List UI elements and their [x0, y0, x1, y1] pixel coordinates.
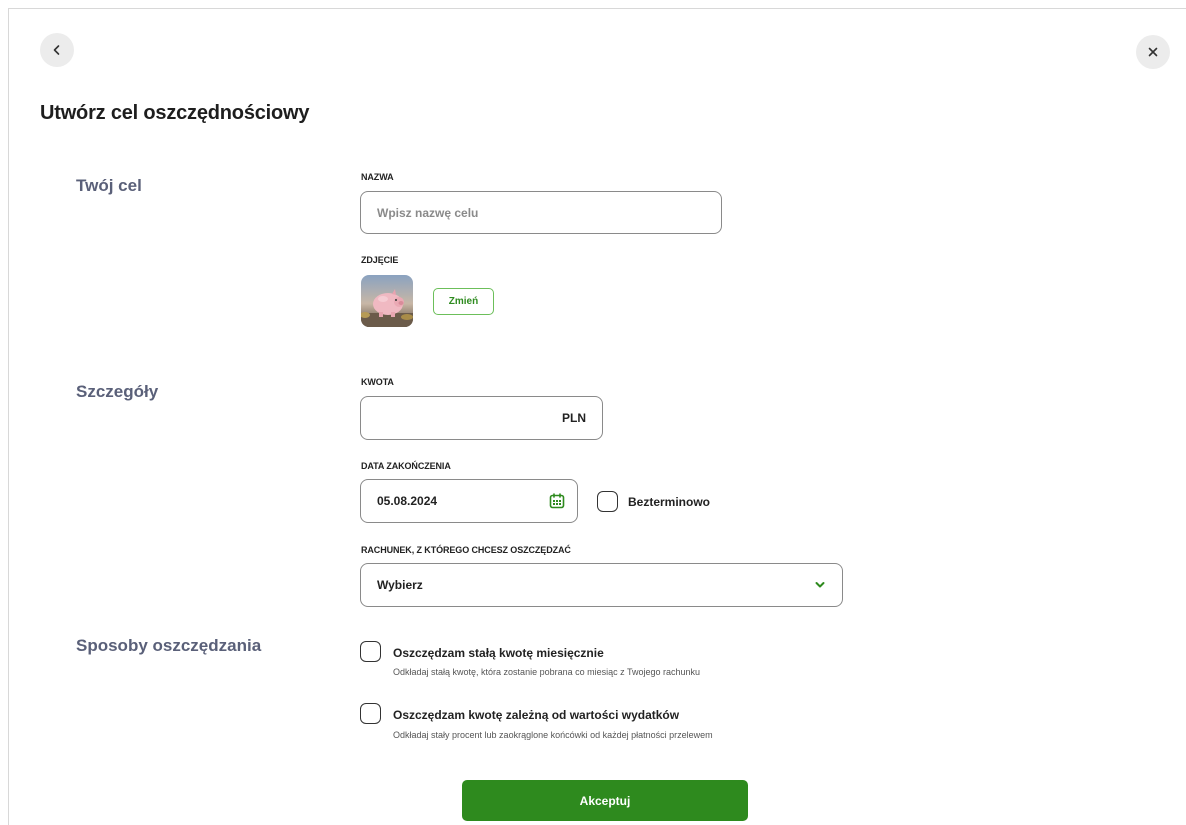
method-fixed-checkbox[interactable]: [360, 641, 381, 662]
amount-field-box: PLN: [360, 396, 603, 440]
name-label: NAZWA: [361, 172, 394, 182]
amount-label: KWOTA: [361, 377, 394, 387]
end-date-value: 05.08.2024: [377, 494, 438, 508]
back-button[interactable]: [40, 33, 74, 67]
page-title: Utwórz cel oszczędnościowy: [40, 102, 310, 124]
method-spending-checkbox[interactable]: [360, 703, 381, 724]
name-field-box: [360, 191, 722, 234]
chevron-left-icon: [53, 45, 60, 55]
goal-photo: [361, 275, 413, 327]
method-fixed-title: Oszczędzam stałą kwotę miesięcznie: [393, 646, 604, 660]
method-spending-description: Odkładaj stały procent lub zaokrąglone k…: [393, 730, 713, 740]
method-fixed-description: Odkładaj stałą kwotę, która zostanie pob…: [393, 667, 701, 677]
section-label-methods: Sposoby oszczędzania: [76, 636, 262, 655]
calendar-icon[interactable]: [549, 493, 565, 509]
change-photo-button[interactable]: Zmień: [433, 288, 494, 315]
end-date-label: DATA ZAKOŃCZENIA: [361, 461, 451, 471]
close-icon: [1148, 47, 1158, 57]
method-spending-title: Oszczędzam kwotę zależną od wartości wyd…: [393, 708, 680, 722]
section-label-goal: Twój cel: [76, 176, 142, 195]
close-button[interactable]: [1136, 35, 1170, 69]
photo-label: ZDJĘCIE: [361, 255, 399, 265]
accept-button[interactable]: Akceptuj: [462, 780, 748, 821]
end-date-field[interactable]: 05.08.2024: [360, 479, 578, 523]
indefinite-label: Bezterminowo: [628, 495, 711, 509]
currency-label: PLN: [562, 411, 586, 425]
account-select-value: Wybierz: [377, 578, 423, 592]
name-input[interactable]: [361, 205, 721, 220]
section-label-details: Szczegóły: [76, 382, 159, 401]
chevron-down-icon: [815, 582, 825, 588]
indefinite-checkbox[interactable]: [597, 491, 618, 512]
amount-input[interactable]: [361, 411, 562, 425]
piggy-bank-image: [361, 275, 413, 327]
account-label: RACHUNEK, Z KTÓREGO CHCESZ OSZCZĘDZAĆ: [361, 545, 571, 555]
account-select[interactable]: Wybierz: [360, 563, 843, 607]
